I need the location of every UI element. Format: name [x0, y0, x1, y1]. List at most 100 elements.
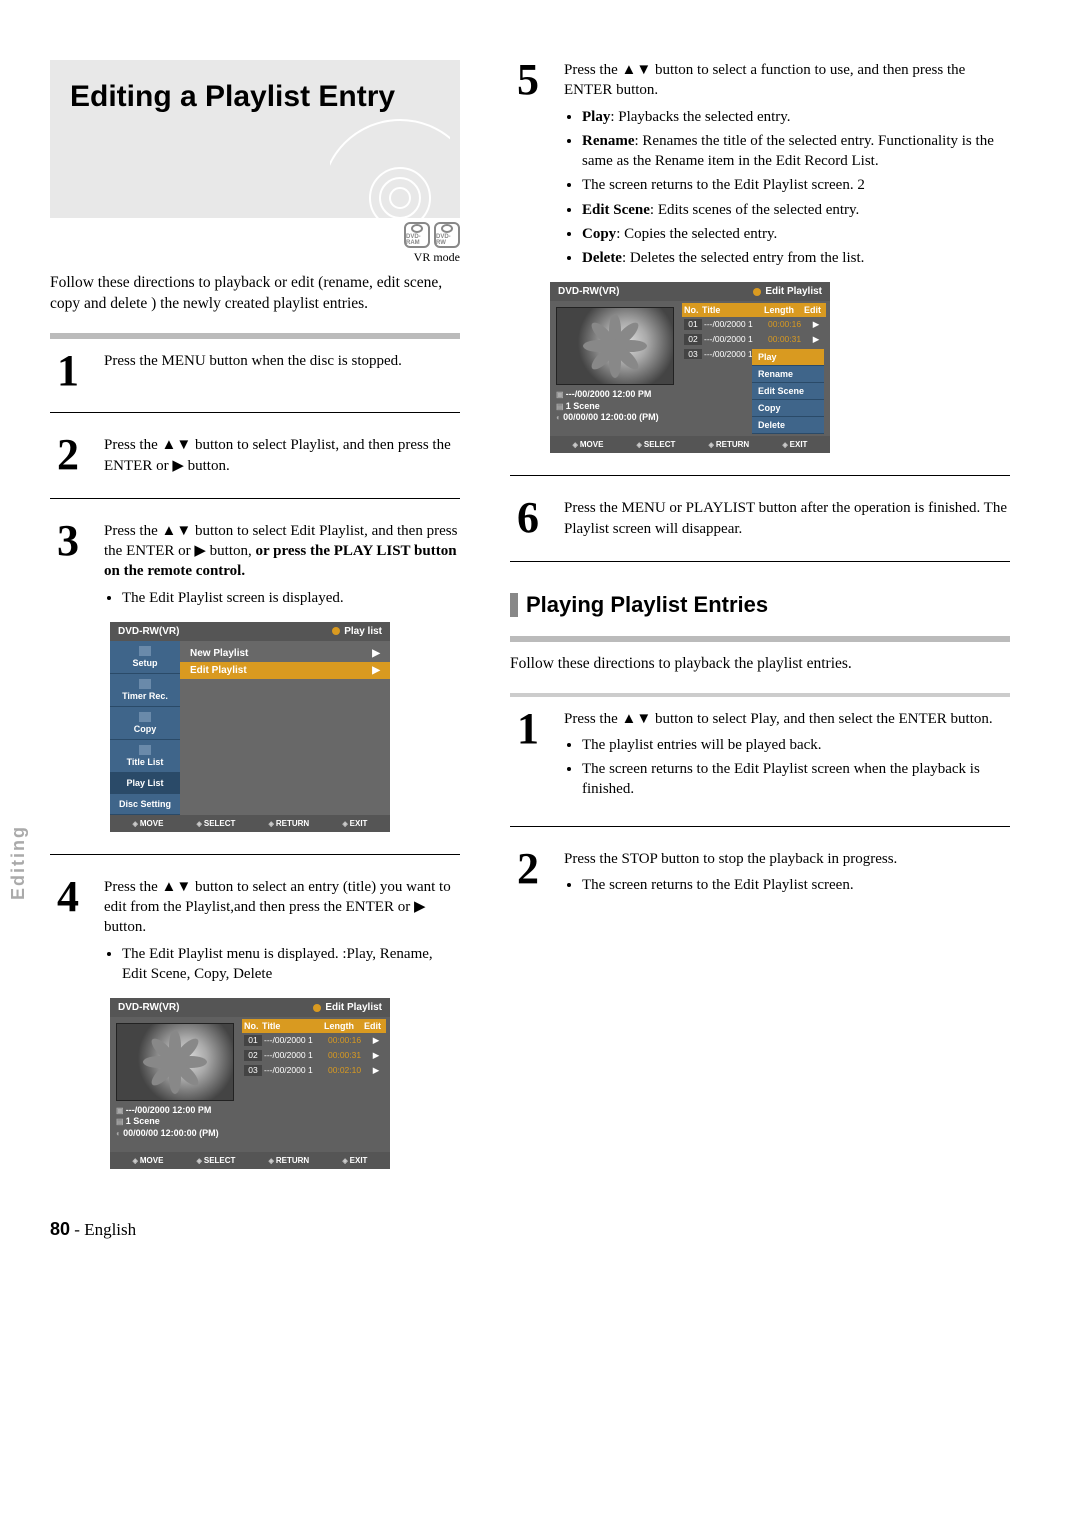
osd-edit-playlist-context: DVD-RW(VR)Edit Playlist ---/00/2000 12:0…	[550, 282, 830, 453]
step-number: 2	[50, 435, 86, 475]
dvd-ram-badge: DVD-RAM	[404, 222, 430, 248]
divider	[50, 854, 460, 855]
osd-row: 01---/00/2000 100:00:16▶	[242, 1033, 386, 1048]
section-intro: Follow these directions to playback the …	[510, 654, 1010, 675]
step-bullet: The Edit Playlist screen is displayed.	[122, 588, 460, 608]
left-column: Editing a Playlist Entry DVD-RAM DVD-RW …	[50, 60, 460, 1179]
osd-titlebar: DVD-RW(VR)Edit Playlist	[550, 282, 830, 301]
divider	[510, 636, 1010, 642]
title-banner: Editing a Playlist Entry	[50, 60, 460, 218]
right-column: 5 Press the ▲▼ button to select a functi…	[510, 60, 1010, 1179]
page-title: Editing a Playlist Entry	[70, 80, 440, 114]
osd-meta: ---/00/2000 12:00 PM1 Scene00/00/00 12:0…	[556, 389, 674, 423]
step-text: Press the ▲▼ button to select Playlist, …	[104, 435, 460, 476]
divider	[50, 498, 460, 499]
osd-thumbnail	[556, 307, 674, 385]
osd-menu-setup: Setup	[110, 641, 180, 674]
step-bullet: Delete: Deletes the selected entry from …	[582, 248, 1010, 268]
page-footer: 80 - English	[50, 1219, 1010, 1240]
divider	[510, 475, 1010, 476]
step-1: 1 Press the MENU button when the disc is…	[50, 351, 460, 391]
step-5: 5 Press the ▲▼ button to select a functi…	[510, 60, 1010, 272]
step-2: 2 Press the ▲▼ button to select Playlist…	[50, 435, 460, 476]
step-bullet: The screen returns to the Edit Playlist …	[582, 759, 1010, 800]
step-bullet: The playlist entries will be played back…	[582, 735, 1010, 755]
ctx-delete: Delete	[752, 417, 824, 434]
osd-table-header: No.TitleLengthEdit	[242, 1019, 386, 1033]
osd-menu-playlist: Play List	[110, 773, 180, 794]
step-line: Press the STOP button to stop the playba…	[564, 851, 897, 867]
divider	[50, 333, 460, 339]
step-text: Press the ▲▼ button to select an entry (…	[104, 877, 460, 988]
step-line: Press the ▲▼ button to select a function…	[564, 62, 965, 98]
step-bullet: The Edit Playlist menu is displayed. :Pl…	[122, 944, 460, 985]
heading-bar-icon	[510, 593, 518, 617]
osd-footer: MOVESELECTRETURNEXIT	[110, 815, 390, 832]
step-bullet: Play: Playbacks the selected entry.	[582, 107, 1010, 127]
step-line: Press the ▲▼ button to select Play, and …	[564, 711, 993, 727]
section2-step-2: 2 Press the STOP button to stop the play…	[510, 849, 1010, 900]
osd-titlebar: DVD-RW(VR)Play list	[110, 622, 390, 641]
divider	[50, 412, 460, 413]
osd-footer: MOVESELECTRETURNEXIT	[550, 436, 830, 453]
page-language: - English	[70, 1220, 136, 1239]
osd-options: New Playlist▶ Edit Playlist▶	[180, 641, 390, 815]
step-bullet: Copy: Copies the selected entry.	[582, 224, 1010, 244]
osd-row: 02---/00/2000 100:00:31▶	[682, 332, 826, 347]
page-columns: Editing a Playlist Entry DVD-RAM DVD-RW …	[50, 60, 1010, 1179]
osd-edit-playlist: DVD-RW(VR)Edit Playlist ---/00/2000 12:0…	[110, 998, 390, 1169]
osd-menu-disc: Disc Setting	[110, 794, 180, 815]
step-number: 5	[510, 60, 546, 100]
step-text: Press the ▲▼ button to select Edit Playl…	[104, 521, 460, 612]
step-text: Press the ▲▼ button to select a function…	[564, 60, 1010, 272]
step-text: Press the ▲▼ button to select Play, and …	[564, 709, 1010, 804]
section2-step-1: 1 Press the ▲▼ button to select Play, an…	[510, 709, 1010, 804]
step-number: 3	[50, 521, 86, 561]
disc-graphic	[330, 118, 450, 218]
osd-opt-edit: Edit Playlist▶	[180, 662, 390, 679]
intro-paragraph: Follow these directions to playback or e…	[50, 273, 460, 315]
dvd-rw-badge: DVD-RW	[434, 222, 460, 248]
osd-row: 03---/00/2000 100:02:10▶	[242, 1063, 386, 1078]
osd-preview: ---/00/2000 12:00 PM1 Scene00/00/00 12:0…	[110, 1017, 240, 1152]
osd-menu-timer: Timer Rec.	[110, 674, 180, 707]
osd-context-menu: Play Rename Edit Scene Copy Delete	[752, 349, 824, 434]
osd-menu-copy: Copy	[110, 707, 180, 740]
step-number: 1	[50, 351, 86, 391]
step-number: 2	[510, 849, 546, 889]
osd-playlist-menu: DVD-RW(VR)Play list Setup Timer Rec. Cop…	[110, 622, 390, 832]
osd-sidebar: Setup Timer Rec. Copy Title List Play Li…	[110, 641, 180, 815]
vr-mode-label: VR mode	[50, 250, 460, 265]
step-bullet: Rename: Renames the title of the selecte…	[582, 131, 1010, 172]
osd-row: 02---/00/2000 100:00:31▶	[242, 1048, 386, 1063]
step-bullet: The screen returns to the Edit Playlist …	[582, 175, 1010, 195]
step-3: 3 Press the ▲▼ button to select Edit Pla…	[50, 521, 460, 612]
page-number: 80	[50, 1219, 70, 1239]
step-4: 4 Press the ▲▼ button to select an entry…	[50, 877, 460, 988]
osd-table-header: No.TitleLengthEdit	[682, 303, 826, 317]
step-text: Press the MENU button when the disc is s…	[104, 351, 460, 371]
ctx-play: Play	[752, 349, 824, 366]
step-text: Press the MENU or PLAYLIST button after …	[564, 498, 1010, 539]
osd-table: No.TitleLengthEdit 01---/00/2000 100:00:…	[240, 1017, 390, 1152]
step-text: Press the STOP button to stop the playba…	[564, 849, 1010, 900]
ctx-copy: Copy	[752, 400, 824, 417]
step-number: 1	[510, 709, 546, 749]
osd-meta: ---/00/2000 12:00 PM1 Scene00/00/00 12:0…	[116, 1105, 234, 1139]
step-line: Press the ▲▼ button to select an entry (…	[104, 879, 451, 936]
step-bullet-list: Play: Playbacks the selected entry. Renam…	[564, 107, 1010, 269]
osd-menu-titlelist: Title List	[110, 740, 180, 773]
subsection-heading: Playing Playlist Entries	[510, 592, 1010, 618]
osd-titlebar: DVD-RW(VR)Edit Playlist	[110, 998, 390, 1017]
ctx-editscene: Edit Scene	[752, 383, 824, 400]
osd-preview: ---/00/2000 12:00 PM1 Scene00/00/00 12:0…	[550, 301, 680, 436]
step-number: 4	[50, 877, 86, 917]
heading-text: Playing Playlist Entries	[526, 592, 768, 618]
step-bullet: Edit Scene: Edits scenes of the selected…	[582, 200, 1010, 220]
divider	[510, 826, 1010, 827]
osd-row: 01---/00/2000 100:00:16▶	[682, 317, 826, 332]
step-6: 6 Press the MENU or PLAYLIST button afte…	[510, 498, 1010, 539]
osd-opt-new: New Playlist▶	[180, 645, 390, 662]
divider	[510, 561, 1010, 562]
step-number: 6	[510, 498, 546, 538]
